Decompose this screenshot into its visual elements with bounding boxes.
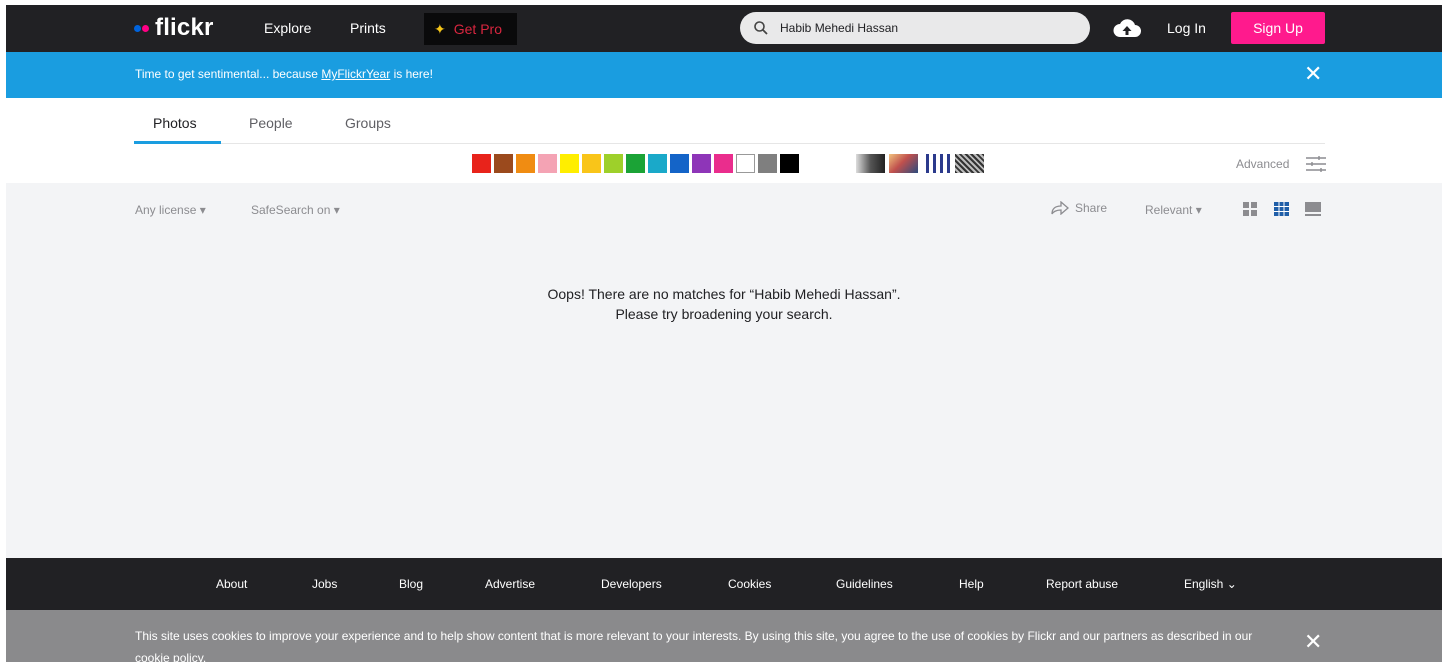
- cookie-policy-link[interactable]: cookie policy: [135, 651, 203, 662]
- color-swatch-10[interactable]: [670, 154, 689, 173]
- page: flickr Explore Prints ✦ Get Pro Habib Me…: [6, 5, 1442, 662]
- tab-people[interactable]: People: [249, 115, 293, 131]
- color-swatch-3[interactable]: [516, 154, 535, 173]
- search-icon: [754, 21, 768, 35]
- logo-blue-dot: [134, 24, 141, 32]
- search-box[interactable]: Habib Mehedi Hassan: [740, 12, 1090, 44]
- justified-view-icon[interactable]: [1274, 202, 1289, 216]
- banner-text-after: is here!: [390, 67, 433, 81]
- logo-text: flickr: [155, 14, 214, 41]
- style-filter-patterns: [856, 154, 988, 173]
- color-swatch-5[interactable]: [560, 154, 579, 173]
- nav-prints-link[interactable]: Prints: [350, 20, 386, 36]
- results-area: Any license ▾ SafeSearch on ▾ Share Rele…: [6, 183, 1442, 558]
- advanced-link[interactable]: Advanced: [1236, 157, 1289, 171]
- footer-blog-link[interactable]: Blog: [399, 577, 423, 591]
- nav-explore-link[interactable]: Explore: [264, 20, 311, 36]
- patterns-filter[interactable]: [955, 154, 984, 173]
- banner-text-before: Time to get sentimental... because: [135, 67, 322, 81]
- tab-groups[interactable]: Groups: [345, 115, 391, 131]
- color-swatch-2[interactable]: [494, 154, 513, 173]
- no-results-line-2: Please try broadening your search.: [615, 306, 833, 322]
- footer-help-link[interactable]: Help: [959, 577, 984, 591]
- cookie-text-body: This site uses cookies to improve your e…: [135, 629, 1253, 643]
- get-pro-label: Get Pro: [453, 21, 502, 37]
- color-filter-swatches: [472, 154, 802, 173]
- footer-advertise-link[interactable]: Advertise: [485, 577, 535, 591]
- cookie-notice: This site uses cookies to improve your e…: [6, 610, 1442, 662]
- share-label: Share: [1075, 201, 1108, 215]
- myflickryear-link[interactable]: MyFlickrYear: [321, 67, 390, 81]
- active-tab-indicator: [134, 141, 221, 144]
- flickr-logo[interactable]: flickr: [134, 15, 214, 41]
- advanced-settings-icon[interactable]: [1305, 155, 1327, 173]
- announcement-banner: Time to get sentimental... because MyFli…: [6, 52, 1442, 98]
- banner-text: Time to get sentimental... because MyFli…: [135, 67, 433, 81]
- footer: About Jobs Blog Advertise Developers Coo…: [6, 558, 1442, 610]
- color-swatch-8[interactable]: [626, 154, 645, 173]
- footer-about-link[interactable]: About: [216, 577, 247, 591]
- cookie-text-end: .: [202, 651, 207, 662]
- shallow-depth-filter[interactable]: [889, 154, 918, 173]
- color-swatch-9[interactable]: [648, 154, 667, 173]
- share-icon: [1051, 201, 1069, 215]
- black-white-filter[interactable]: [856, 154, 885, 173]
- footer-report-abuse-link[interactable]: Report abuse: [1046, 577, 1118, 591]
- color-swatch-1[interactable]: [472, 154, 491, 173]
- sort-dropdown[interactable]: Relevant ▾: [1145, 203, 1202, 217]
- banner-close-icon[interactable]: ✕: [1304, 63, 1322, 85]
- safesearch-dropdown[interactable]: SafeSearch on ▾: [251, 203, 340, 217]
- get-pro-button[interactable]: ✦ Get Pro: [424, 13, 517, 45]
- signup-button[interactable]: Sign Up: [1231, 12, 1325, 44]
- minimalist-filter[interactable]: [922, 154, 951, 173]
- color-swatch-7[interactable]: [604, 154, 623, 173]
- footer-cookies-link[interactable]: Cookies: [728, 577, 771, 591]
- color-swatch-6[interactable]: [582, 154, 601, 173]
- grid-view-icon[interactable]: [1243, 202, 1257, 216]
- color-swatch-12[interactable]: [714, 154, 733, 173]
- no-results-line-1: Oops! There are no matches for “Habib Me…: [547, 286, 901, 302]
- footer-guidelines-link[interactable]: Guidelines: [836, 577, 893, 591]
- footer-developers-link[interactable]: Developers: [601, 577, 662, 591]
- single-view-icon[interactable]: [1305, 202, 1321, 216]
- search-tabs: Photos People Groups: [134, 98, 1325, 144]
- license-dropdown[interactable]: Any license ▾: [135, 203, 206, 217]
- color-swatch-11[interactable]: [692, 154, 711, 173]
- no-results-message: Oops! There are no matches for “Habib Me…: [6, 284, 1442, 324]
- cookie-notice-text: This site uses cookies to improve your e…: [135, 625, 1285, 662]
- footer-jobs-link[interactable]: Jobs: [312, 577, 337, 591]
- tab-photos[interactable]: Photos: [153, 115, 197, 131]
- search-input[interactable]: Habib Mehedi Hassan: [780, 21, 898, 35]
- color-swatch-14[interactable]: [758, 154, 777, 173]
- color-swatch-4[interactable]: [538, 154, 557, 173]
- sparkle-icon: ✦: [434, 20, 446, 37]
- upload-cloud-icon[interactable]: [1112, 18, 1142, 38]
- top-nav: flickr Explore Prints ✦ Get Pro Habib Me…: [6, 5, 1442, 52]
- color-swatch-13[interactable]: [736, 154, 755, 173]
- cookie-close-icon[interactable]: ✕: [1304, 631, 1322, 653]
- color-swatch-15[interactable]: [780, 154, 799, 173]
- logo-pink-dot: [142, 24, 149, 32]
- language-selector[interactable]: English ⌄: [1184, 577, 1237, 591]
- login-link[interactable]: Log In: [1167, 20, 1206, 36]
- share-button[interactable]: Share: [1051, 201, 1107, 215]
